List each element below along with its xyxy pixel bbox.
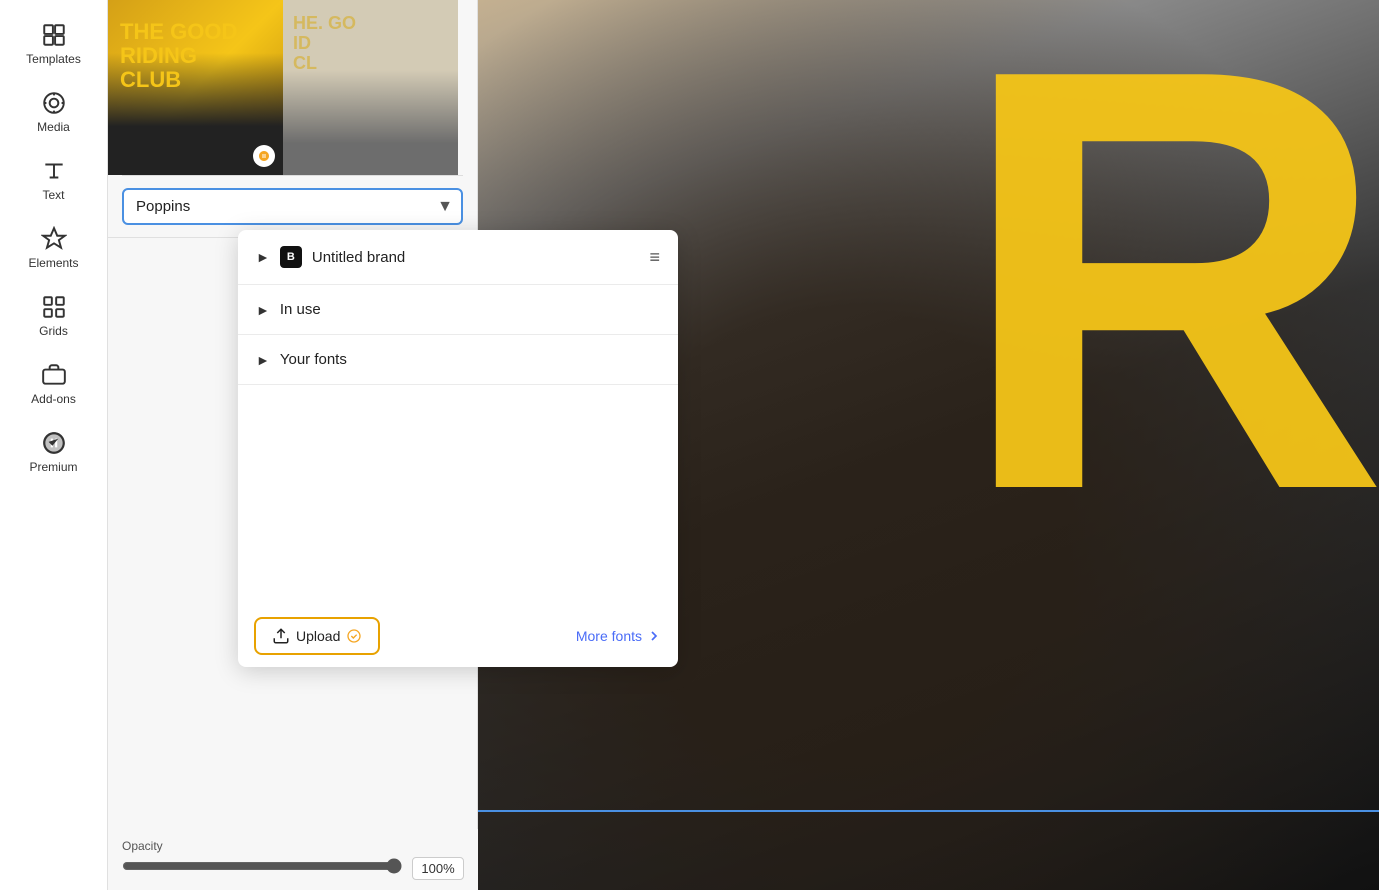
- sidebar-label-premium: Premium: [29, 460, 77, 474]
- in-use-header[interactable]: ► In use: [238, 285, 678, 334]
- sidebar-label-grids: Grids: [39, 324, 68, 338]
- sidebar: Templates Media Text Elements Grids: [0, 0, 108, 890]
- dropdown-section-untitled-brand: ► B Untitled brand ≡: [238, 230, 678, 285]
- thumbnail-1[interactable]: THE GOODRIDINGCLUB: [108, 0, 283, 175]
- upload-label: Upload: [296, 628, 340, 644]
- sidebar-label-templates: Templates: [26, 52, 81, 66]
- your-fonts-chevron: ►: [256, 352, 270, 368]
- grids-icon: [41, 294, 67, 320]
- opacity-label: Opacity: [122, 839, 464, 853]
- sidebar-item-premium[interactable]: Premium: [0, 418, 107, 486]
- sidebar-label-addons: Add-ons: [31, 392, 76, 406]
- dropdown-spacer: [238, 385, 678, 605]
- elements-icon: [41, 226, 67, 252]
- section-left-inuse: ► In use: [256, 301, 321, 318]
- thumb-1-text: THE GOODRIDINGCLUB: [120, 20, 237, 93]
- chevron-right-icon: [646, 628, 662, 644]
- your-fonts-header[interactable]: ► Your fonts: [238, 335, 678, 384]
- font-dropdown-popup: ► B Untitled brand ≡ ► In use ► Your: [238, 230, 678, 667]
- sidebar-label-media: Media: [37, 120, 70, 134]
- more-fonts-label: More fonts: [576, 628, 642, 644]
- dropdown-section-your-fonts: ► Your fonts: [238, 335, 678, 385]
- in-use-chevron: ►: [256, 302, 270, 318]
- opacity-row: 100%: [122, 857, 464, 880]
- thumbnail-2[interactable]: HE. GOIDCL: [283, 0, 458, 175]
- font-selector-area: Poppins ▼: [108, 176, 477, 238]
- untitled-brand-chevron: ►: [256, 249, 270, 265]
- canvas-yellow-letter: R: [956, 0, 1379, 580]
- sidebar-item-text[interactable]: Text: [0, 146, 107, 214]
- section-left-yourfonts: ► Your fonts: [256, 351, 347, 368]
- opacity-value: 100%: [412, 857, 464, 880]
- sidebar-item-grids[interactable]: Grids: [0, 282, 107, 350]
- your-fonts-title: Your fonts: [280, 351, 347, 368]
- upload-premium-icon: [346, 628, 362, 644]
- upload-icon: [272, 627, 290, 645]
- untitled-brand-title: Untitled brand: [312, 249, 405, 266]
- sidebar-item-elements[interactable]: Elements: [0, 214, 107, 282]
- canvas-selection-line: [478, 810, 1379, 812]
- brand-icon: B: [280, 246, 302, 268]
- section-left-untitled: ► B Untitled brand: [256, 246, 405, 268]
- dropdown-section-in-use: ► In use: [238, 285, 678, 335]
- untitled-brand-header[interactable]: ► B Untitled brand ≡: [238, 230, 678, 284]
- font-dropdown-wrapper: Poppins ▼: [122, 188, 463, 225]
- slider-container: [122, 858, 402, 879]
- thumbnails-row: THE GOODRIDINGCLUB HE. GOIDCL: [108, 0, 477, 175]
- premium-icon: [41, 430, 67, 456]
- dropdown-bottom: Upload More fonts: [238, 605, 678, 667]
- sidebar-label-text: Text: [42, 188, 64, 202]
- more-fonts-button[interactable]: More fonts: [576, 628, 662, 644]
- opacity-slider[interactable]: [122, 858, 402, 874]
- upload-button[interactable]: Upload: [254, 617, 380, 655]
- thumb-1-badge: [253, 145, 275, 167]
- sidebar-item-media[interactable]: Media: [0, 78, 107, 146]
- sidebar-item-templates[interactable]: Templates: [0, 10, 107, 78]
- sidebar-label-elements: Elements: [28, 256, 78, 270]
- sidebar-item-addons[interactable]: Add-ons: [0, 350, 107, 418]
- opacity-area: Opacity 100%: [108, 829, 478, 890]
- font-dropdown[interactable]: Poppins: [122, 188, 463, 225]
- text-icon: [41, 158, 67, 184]
- in-use-title: In use: [280, 301, 321, 318]
- filter-icon[interactable]: ≡: [649, 247, 660, 268]
- media-icon: [41, 90, 67, 116]
- left-panel: THE GOODRIDINGCLUB HE. GOIDCL Poppins ▼: [108, 0, 478, 890]
- templates-icon: [41, 22, 67, 48]
- addons-icon: [41, 362, 67, 388]
